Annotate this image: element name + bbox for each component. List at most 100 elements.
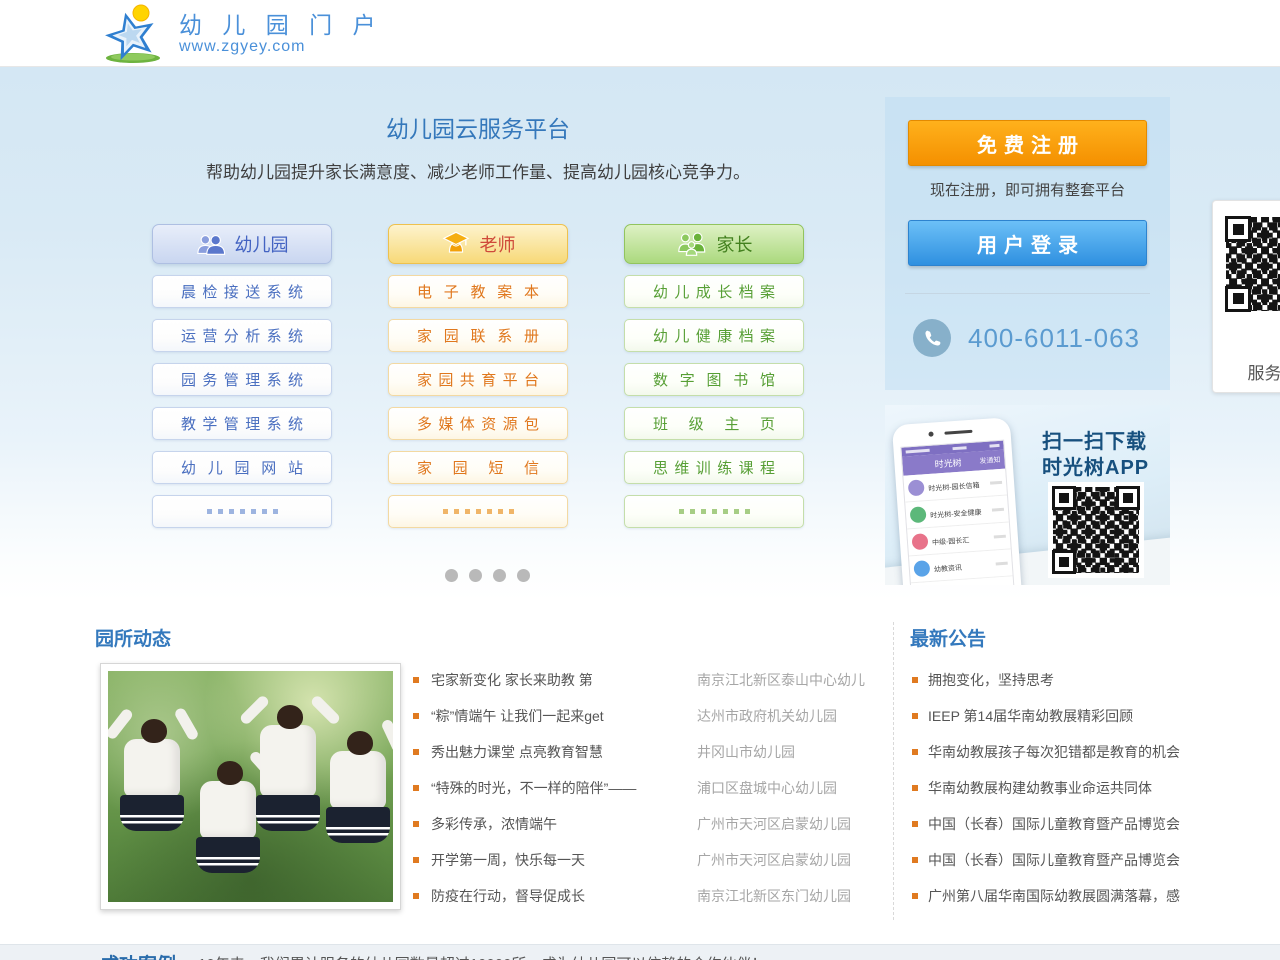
logo-text: 幼 儿 园 门 户 www.zgyey.com (179, 12, 383, 56)
menu-item[interactable]: 教学管理系统 (152, 407, 332, 440)
menu-item[interactable]: 幼儿成长档案 (624, 275, 804, 308)
parent-header-button[interactable]: 家长 (624, 224, 804, 264)
phone-screen: 时光树 发通知 时光树-园长信箱 时光树-安全健康 中级-园长汇 幼教资讯 时光… (900, 440, 1017, 585)
menu-item[interactable]: 运营分析系统 (152, 319, 332, 352)
column-teacher: 老师 电子教案本 家园联系册 家园共育平台 多媒体资源包 家园短信 (388, 224, 568, 528)
phone-icon (913, 319, 951, 357)
kindergarten-header-button[interactable]: 幼儿园 (152, 224, 332, 264)
hero-title: 幼儿园云服务平台 (152, 110, 804, 144)
success-cases-label: 成功案例 (100, 950, 176, 960)
news-photo[interactable] (100, 663, 401, 910)
page-root: 幼 儿 园 门 户 www.zgyey.com 幼儿园云服务平台 帮助幼儿园提升… (0, 0, 1280, 960)
menu-item[interactable]: 思维训练课程 (624, 451, 804, 484)
kindergarten-label: 幼儿园 (235, 231, 289, 257)
hotline-number: 400-6011-063 (968, 323, 1140, 354)
menu-item[interactable]: 班级主页 (624, 407, 804, 440)
more-items-button[interactable] (388, 495, 568, 528)
bullet-icon (413, 713, 419, 719)
news-row[interactable]: 开学第一周，快乐每一天广州市天河区启蒙幼儿园 (413, 842, 881, 878)
service-qr-code (1221, 212, 1280, 316)
bullet-icon (912, 857, 918, 863)
bullet-icon (413, 821, 419, 827)
hero-subtitle: 帮助幼儿园提升家长满意度、减少老师工作量、提高幼儿园核心竞争力。 (92, 158, 864, 183)
menu-item[interactable]: 晨检接送系统 (152, 275, 332, 308)
register-note: 现在注册，即可拥有整套平台 (885, 179, 1170, 200)
success-cases-text: 10年来，我们累计服务的幼儿园数量超过10000所，成为幼儿园可以信赖的合作伙伴… (198, 950, 766, 960)
hotline-row: 400-6011-063 (913, 319, 1140, 357)
bullet-icon (912, 749, 918, 755)
bullet-icon (413, 857, 419, 863)
kindergarten-people-icon (196, 232, 226, 256)
carousel-dot[interactable] (517, 569, 530, 582)
success-cases-bar: 成功案例 10年来，我们累计服务的幼儿园数量超过10000所，成为幼儿园可以信赖… (0, 944, 1280, 960)
teacher-label: 老师 (480, 231, 516, 257)
bullet-icon (413, 677, 419, 683)
menu-item[interactable]: 多媒体资源包 (388, 407, 568, 440)
service-qr-label: 服务号 (1221, 359, 1280, 384)
announcement-row[interactable]: 拥抱变化，坚持思考 (912, 662, 1192, 698)
site-name: 幼 儿 园 门 户 (179, 12, 383, 38)
carousel-dot[interactable] (445, 569, 458, 582)
site-url: www.zgyey.com (179, 38, 383, 56)
announcement-row[interactable]: 中国（长春）国际儿童教育暨产品博览会 (912, 806, 1192, 842)
news-row[interactable]: 宅家新变化 家长来助教 第南京江北新区泰山中心幼儿 (413, 662, 881, 698)
signup-panel: 免费注册 现在注册，即可拥有整套平台 用户登录 400-6011-063 (885, 97, 1170, 390)
teacher-graduate-icon (441, 231, 471, 258)
app-qr-code (1048, 482, 1144, 578)
parent-label: 家长 (717, 231, 753, 257)
news-row[interactable]: 防疫在行动，督导促成长南京江北新区东门幼儿园 (413, 878, 881, 914)
vertical-divider (893, 622, 894, 920)
children-photo-illustration (108, 671, 393, 902)
bullet-icon (912, 713, 918, 719)
news-row[interactable]: “特殊的时光，不一样的陪伴”——浦口区盘城中心幼儿园 (413, 770, 881, 806)
app-download-caption: 扫一扫下载 时光树APP (1042, 429, 1149, 481)
bullet-icon (413, 749, 419, 755)
app-screen-title: 时光树 (902, 454, 980, 472)
menu-item[interactable]: 家园联系册 (388, 319, 568, 352)
menu-item[interactable]: 幼儿健康档案 (624, 319, 804, 352)
news-row[interactable]: “粽”情端午 让我们一起来get达州市政府机关幼儿园 (413, 698, 881, 734)
menu-item[interactable]: 电子教案本 (388, 275, 568, 308)
service-qr-widget: 服务号 (1212, 200, 1280, 393)
parent-family-icon (676, 231, 708, 257)
bullet-icon (912, 893, 918, 899)
bullet-icon (912, 677, 918, 683)
announcements-list: 拥抱变化，坚持思考 IEEP 第14届华南幼教展精彩回顾 华南幼教展孩子每次犯错… (912, 662, 1192, 914)
announcement-row[interactable]: 中国（长春）国际儿童教育暨产品博览会 (912, 842, 1192, 878)
news-row[interactable]: 多彩传承，浓情端午广州市天河区启蒙幼儿园 (413, 806, 881, 842)
column-parent: 家长 幼儿成长档案 幼儿健康档案 数字图书馆 班级主页 思维训练课程 (624, 224, 804, 528)
site-header: 幼 儿 园 门 户 www.zgyey.com (0, 0, 1280, 67)
carousel-dot[interactable] (469, 569, 482, 582)
announcement-row[interactable]: 华南幼教展构建幼教事业命运共同体 (912, 770, 1192, 806)
column-kindergarten: 幼儿园 晨检接送系统 运营分析系统 园务管理系统 教学管理系统 幼儿园网站 (152, 224, 332, 528)
service-columns: 幼儿园 晨检接送系统 运营分析系统 园务管理系统 教学管理系统 幼儿园网站 老师… (152, 224, 804, 528)
app-send-notice-button: 发通知 (979, 454, 1005, 466)
menu-item[interactable]: 幼儿园网站 (152, 451, 332, 484)
bullet-icon (912, 785, 918, 791)
carousel-dots (152, 569, 822, 582)
menu-item[interactable]: 家园共育平台 (388, 363, 568, 396)
teacher-header-button[interactable]: 老师 (388, 224, 568, 264)
login-button[interactable]: 用户登录 (908, 220, 1147, 266)
announcement-row[interactable]: 广州第八届华南国际幼教展圆满落幕，感 (912, 878, 1192, 914)
menu-item[interactable]: 家园短信 (388, 451, 568, 484)
bullet-icon (912, 821, 918, 827)
more-items-button[interactable] (624, 495, 804, 528)
menu-item[interactable]: 数字图书馆 (624, 363, 804, 396)
menu-item[interactable]: 园务管理系统 (152, 363, 332, 396)
phone-mockup: 时光树 发通知 时光树-园长信箱 时光树-安全健康 中级-园长汇 幼教资讯 时光… (892, 417, 1024, 585)
logo-star-icon (103, 4, 165, 64)
news-row[interactable]: 秀出魅力课堂 点亮教育智慧井冈山市幼儿园 (413, 734, 881, 770)
bullet-icon (413, 893, 419, 899)
carousel-dot[interactable] (493, 569, 506, 582)
news-section-title: 园所动态 (95, 624, 171, 651)
announcements-section-title: 最新公告 (910, 624, 986, 651)
bullet-icon (413, 785, 419, 791)
app-download-box: 时光树 发通知 时光树-园长信箱 时光树-安全健康 中级-园长汇 幼教资讯 时光… (885, 405, 1170, 585)
announcement-row[interactable]: IEEP 第14届华南幼教展精彩回顾 (912, 698, 1192, 734)
news-list: 宅家新变化 家长来助教 第南京江北新区泰山中心幼儿 “粽”情端午 让我们一起来g… (413, 662, 881, 914)
more-items-button[interactable] (152, 495, 332, 528)
site-logo[interactable]: 幼 儿 园 门 户 www.zgyey.com (103, 4, 383, 64)
announcement-row[interactable]: 华南幼教展孩子每次犯错都是教育的机会 (912, 734, 1192, 770)
register-button[interactable]: 免费注册 (908, 120, 1147, 166)
